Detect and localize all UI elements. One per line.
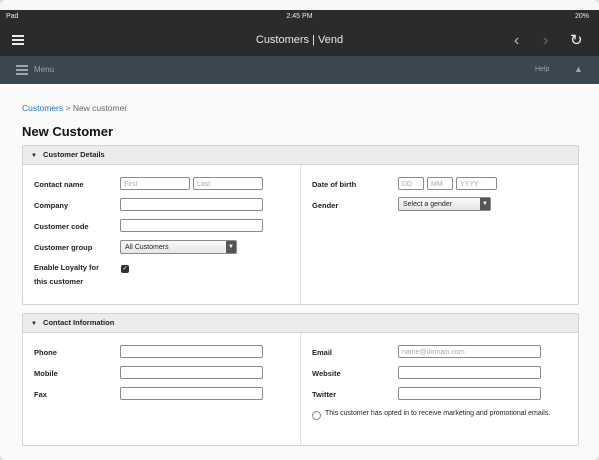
gender-label: Gender	[312, 201, 339, 210]
twitter-input[interactable]	[398, 387, 541, 400]
contact-information-panel: ▼ Contact Information Phone Mobile Fax E…	[22, 313, 579, 446]
dob-day-input[interactable]: DD	[398, 177, 424, 190]
contact-information-heading: Contact Information	[43, 318, 115, 327]
menu-icon[interactable]	[16, 65, 28, 77]
last-name-input[interactable]: Last	[193, 177, 263, 190]
customer-group-value: All Customers	[125, 244, 169, 251]
menu-button[interactable]: Menu	[34, 65, 54, 74]
help-link[interactable]: Help	[535, 66, 549, 73]
dob-month-input[interactable]: MM	[427, 177, 453, 190]
mobile-input[interactable]	[120, 366, 263, 379]
company-label: Company	[34, 201, 69, 210]
collapse-caret-icon: ▼	[31, 153, 37, 159]
collapse-caret-icon: ▼	[31, 321, 37, 327]
gender-value: Select a gender	[403, 201, 453, 208]
breadcrumb: Customers > New customer	[22, 103, 127, 113]
marketing-optin-text: This customer has opted in to receive ma…	[325, 410, 551, 417]
status-time: 2:45 PM	[286, 13, 313, 20]
email-input[interactable]: name@domain.com	[398, 345, 541, 358]
status-bar: Pad 2:45 PM 20%	[0, 10, 599, 26]
customer-group-label: Customer group	[34, 243, 93, 252]
breadcrumb-separator: >	[65, 103, 71, 113]
date-of-birth-label: Date of birth	[312, 180, 357, 189]
main-content: Customers > New customer New Customer ▼ …	[0, 84, 599, 460]
customer-details-header[interactable]: ▼ Customer Details	[23, 146, 578, 165]
contact-information-header[interactable]: ▼ Contact Information	[23, 314, 578, 333]
mobile-label: Mobile	[34, 369, 58, 378]
customer-details-panel: ▼ Customer Details Contact name First La…	[22, 145, 579, 305]
bell-icon[interactable]: ▲	[574, 64, 583, 74]
twitter-label: Twitter	[312, 390, 337, 399]
title-bar: Customers | Vend ‹ › ↻	[0, 26, 599, 56]
phone-input[interactable]	[120, 345, 263, 358]
chevron-down-icon: ▼	[226, 241, 236, 253]
breadcrumb-customers-link[interactable]: Customers	[22, 103, 63, 113]
first-name-input[interactable]: First	[120, 177, 190, 190]
reload-icon[interactable]: ↻	[570, 31, 583, 49]
loyalty-label-line1: Enable Loyalty for	[34, 263, 100, 272]
customer-code-label: Customer code	[34, 222, 89, 231]
page-title: New Customer	[22, 124, 114, 139]
company-input[interactable]	[120, 198, 263, 211]
battery-level: 20%	[574, 13, 589, 20]
phone-label: Phone	[34, 348, 57, 357]
column-divider	[300, 333, 301, 445]
contact-name-label: Contact name	[34, 180, 84, 189]
fax-label: Fax	[34, 390, 47, 399]
customer-details-heading: Customer Details	[43, 150, 105, 159]
menu-bar: Menu Help ▲	[0, 56, 599, 84]
loyalty-checkbox[interactable]: ✓	[121, 265, 129, 273]
gender-select[interactable]: Select a gender ▼	[398, 197, 491, 211]
window-title: Customers | Vend	[255, 34, 344, 46]
app-screen: Pad 2:45 PM 20% Customers | Vend ‹ › ↻ M…	[0, 0, 599, 460]
fax-input[interactable]	[120, 387, 263, 400]
chevron-down-icon: ▼	[480, 198, 490, 210]
breadcrumb-current: New customer	[72, 103, 128, 113]
marketing-optin-checkbox[interactable]	[312, 411, 321, 420]
forward-arrow-icon[interactable]: ›	[543, 32, 548, 50]
customer-group-select[interactable]: All Customers ▼	[120, 240, 237, 254]
back-arrow-icon[interactable]: ‹	[514, 32, 519, 50]
dob-year-input[interactable]: YYYY	[456, 177, 497, 190]
loyalty-label-line2: this customer	[34, 277, 84, 286]
column-divider	[300, 165, 301, 304]
website-label: Website	[312, 369, 341, 378]
customer-code-input[interactable]	[120, 219, 263, 232]
email-label: Email	[312, 348, 333, 357]
website-input[interactable]	[398, 366, 541, 379]
